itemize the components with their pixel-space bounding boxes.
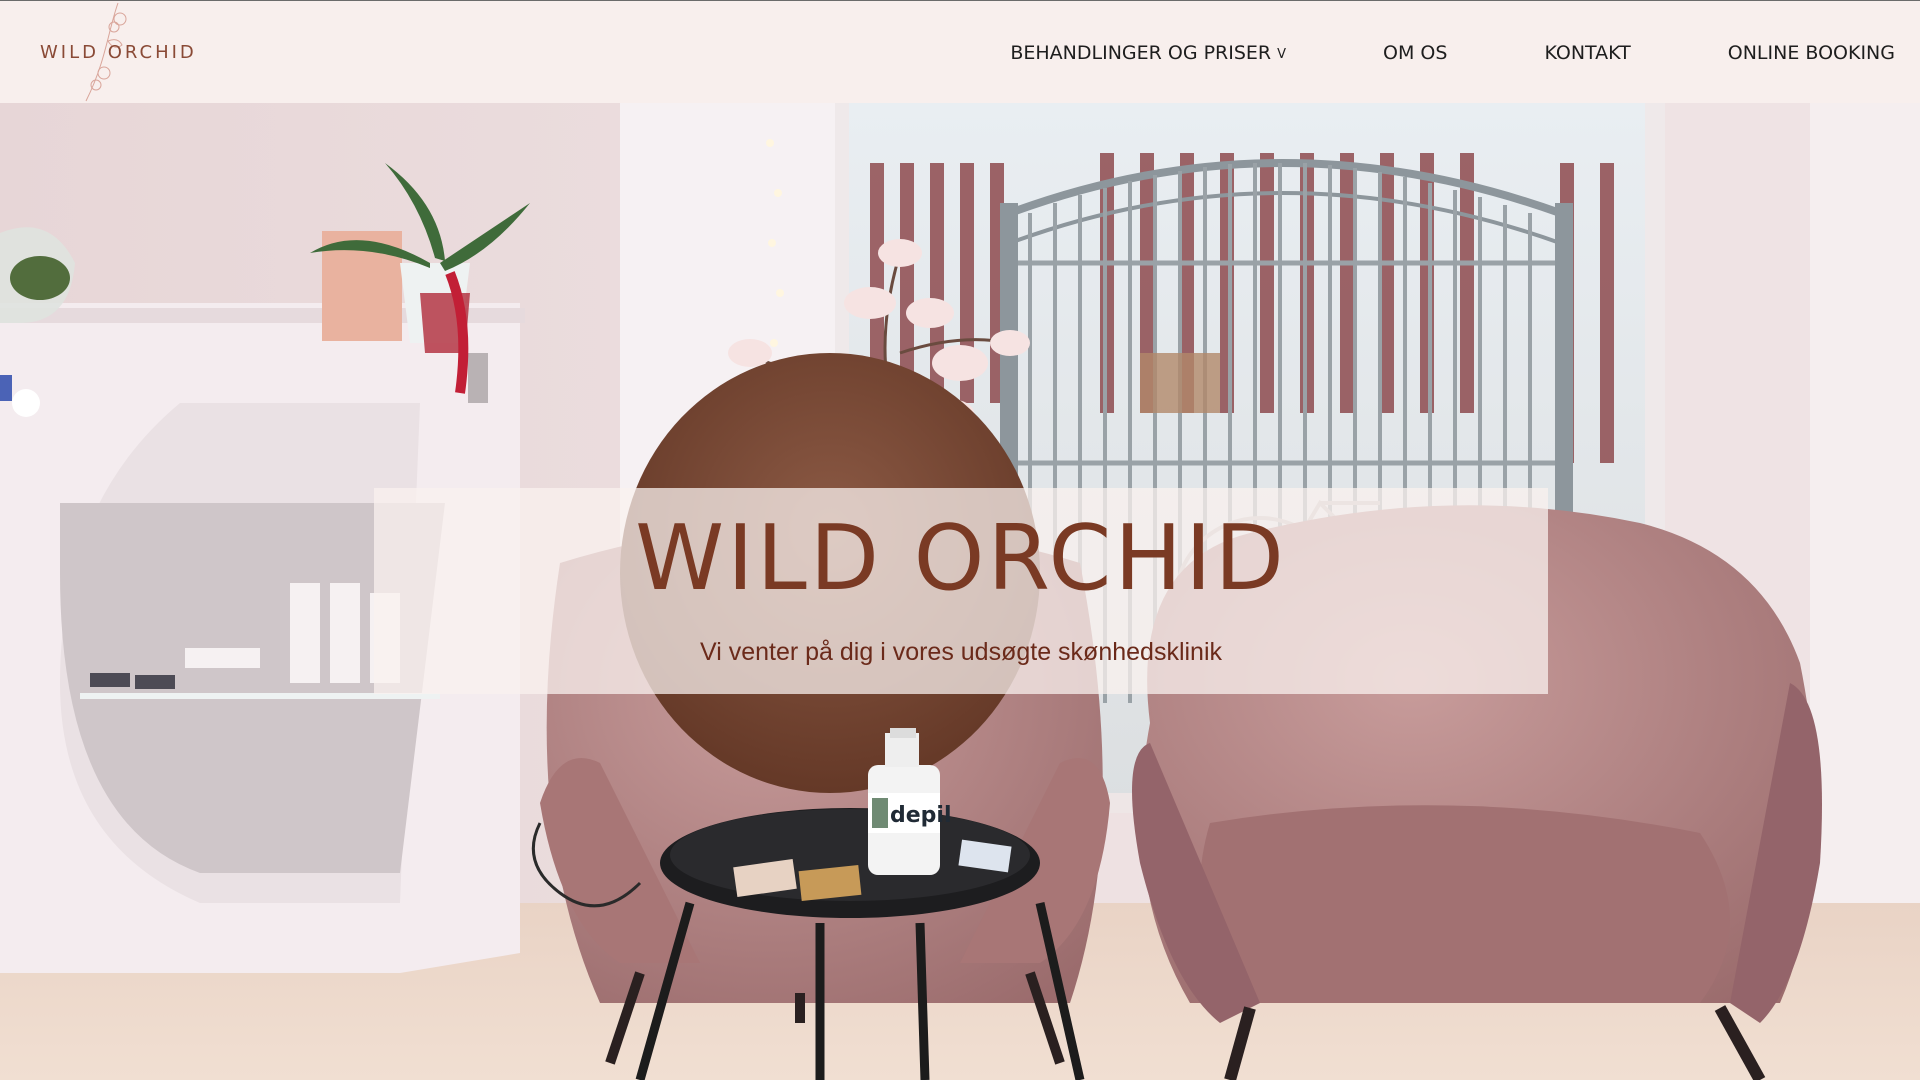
product-label: depil [890, 803, 952, 828]
logo[interactable]: WILD ORCHID [40, 1, 220, 104]
hero-overlay: WILD ORCHID Vi venter på dig i vores uds… [374, 488, 1548, 694]
logo-text: WILD ORCHID [40, 42, 197, 63]
hero-title: WILD ORCHID [635, 506, 1287, 611]
nav-item-online-booking[interactable]: ONLINE BOOKING [1728, 42, 1895, 64]
main-nav: BEHANDLINGER OG PRISER v OM OS KONTAKT O… [1010, 1, 1895, 104]
nav-item-behandlinger[interactable]: BEHANDLINGER OG PRISER v [1010, 42, 1286, 64]
nav-item-label: OM OS [1383, 41, 1448, 64]
nav-item-label: KONTAKT [1544, 41, 1631, 64]
chevron-down-icon: v [1277, 46, 1287, 62]
nav-item-label: BEHANDLINGER OG PRISER [1010, 41, 1272, 64]
nav-item-kontakt[interactable]: KONTAKT [1544, 42, 1630, 64]
nav-item-label: ONLINE BOOKING [1727, 41, 1895, 64]
hero-section: depil WILD ORCHID Vi venter på dig i vor… [0, 103, 1920, 1080]
nav-item-om-os[interactable]: OM OS [1383, 42, 1447, 64]
hero-subtitle: Vi venter på dig i vores udsøgte skønhed… [699, 638, 1223, 666]
site-header: WILD ORCHID BEHANDLINGER OG PRISER v OM … [0, 0, 1920, 103]
